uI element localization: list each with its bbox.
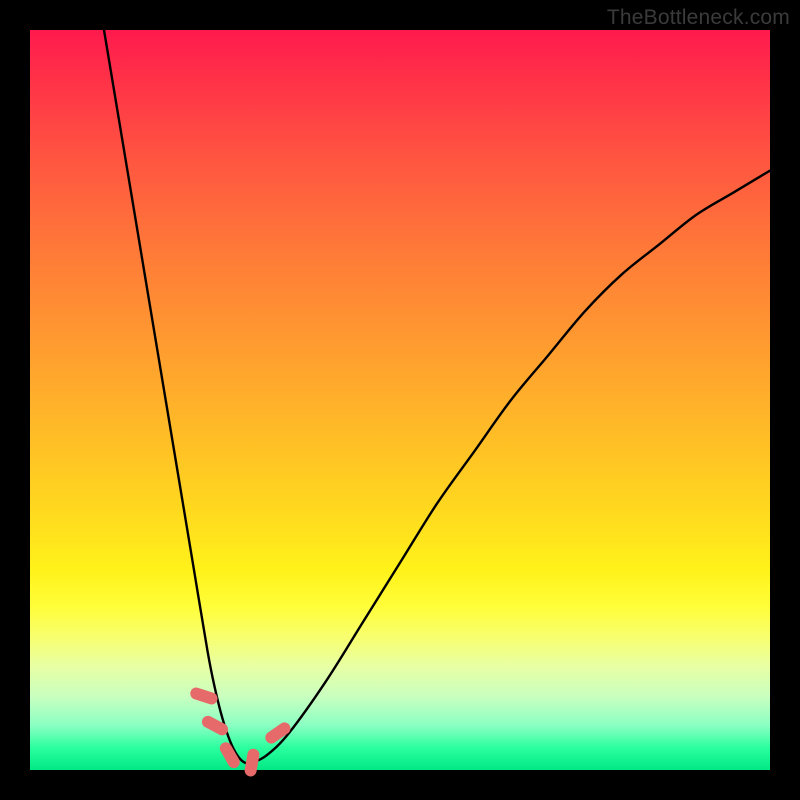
curve-marker [200,714,230,738]
watermark-text: TheBottleneck.com [607,6,790,30]
curve-markers [189,686,293,777]
bottleneck-curve [104,30,770,764]
curve-marker [244,748,261,778]
chart-plot-area [30,30,770,770]
chart-svg [30,30,770,770]
